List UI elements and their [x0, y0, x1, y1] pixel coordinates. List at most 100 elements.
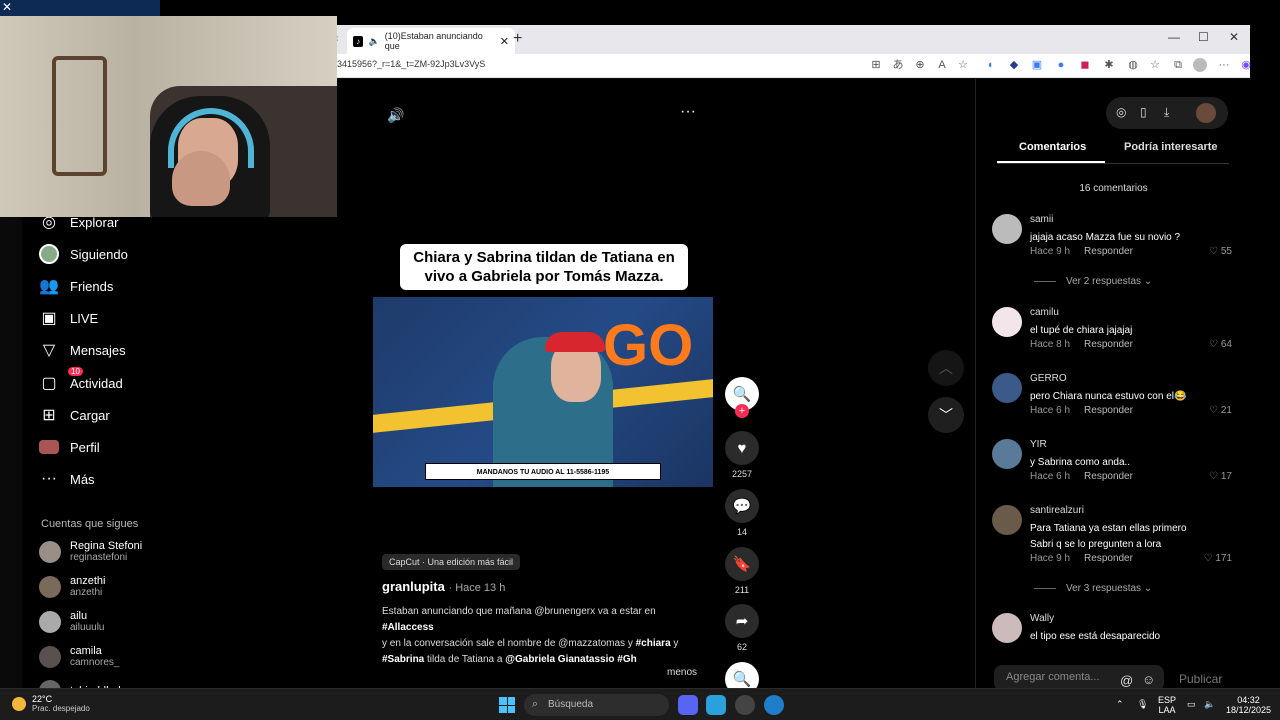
tab-podria-interesarte[interactable]: Podría interesarte — [1124, 141, 1218, 153]
avatar[interactable] — [992, 439, 1022, 469]
avatar[interactable] — [992, 613, 1022, 643]
sidebar-item-mensajes[interactable]: ▽ Mensajes — [38, 338, 126, 362]
obs-icon[interactable] — [735, 695, 755, 715]
weather-widget[interactable]: 22°C Prac. despejado — [12, 694, 90, 713]
extension-icon[interactable]: ◖ — [983, 58, 997, 72]
hashtag[interactable]: #Allaccess — [382, 622, 434, 633]
network-icon[interactable]: ▭ — [1187, 699, 1196, 709]
close-window-button[interactable]: ✕ — [1229, 30, 1239, 44]
start-button[interactable] — [499, 697, 515, 713]
comment-like-button[interactable]: ♡ 21 — [1209, 405, 1232, 416]
publish-button[interactable]: Publicar — [1179, 672, 1222, 686]
sidebar-item-cargar[interactable]: ⊞ Cargar — [38, 403, 109, 427]
mention[interactable]: @Gabriela Gianatassio #Gh — [505, 654, 636, 665]
comment-like-button[interactable]: ♡ 64 — [1209, 339, 1232, 350]
microphone-icon[interactable]: 🎙 — [1137, 699, 1148, 709]
comment-like-button[interactable]: ♡ 17 — [1209, 471, 1232, 482]
extension-icon[interactable]: ◍ — [1126, 58, 1140, 72]
view-replies-button[interactable]: Ver 2 respuestas ⌄ — [1034, 276, 1152, 287]
star-icon[interactable]: ☆ — [956, 58, 970, 72]
share-button[interactable]: ➦ 62 — [725, 604, 759, 652]
edge-icon[interactable] — [764, 695, 784, 715]
author-avatar-button[interactable]: 🔍 + — [725, 377, 759, 418]
reply-button[interactable]: Responder — [1084, 471, 1133, 482]
comment-user[interactable]: Wally — [1030, 613, 1054, 624]
following-account[interactable]: camila camnores_ — [39, 645, 119, 668]
maximize-button[interactable]: ☐ — [1198, 30, 1209, 44]
language-indicator[interactable]: ESP LAA — [1158, 695, 1176, 715]
avatar[interactable] — [992, 214, 1022, 244]
discord-icon[interactable] — [678, 695, 698, 715]
view-replies-button[interactable]: Ver 3 respuestas ⌄ — [1034, 583, 1152, 594]
sidebar-item-mas[interactable]: ··· Más — [38, 467, 95, 491]
taskbar-search[interactable]: ⌕ Búsqueda — [524, 694, 669, 716]
compass-icon[interactable]: ◎ — [1116, 105, 1126, 119]
comment-user[interactable]: camilu — [1030, 307, 1059, 318]
video-author[interactable]: granlupita · Hace 13 h — [382, 579, 505, 594]
comment-like-button[interactable]: ♡ 171 — [1204, 553, 1232, 564]
following-account[interactable]: anzethi anzethi — [39, 575, 105, 598]
capcut-badge[interactable]: CapCut · Una edición más fácil — [382, 554, 521, 570]
sidebar-item-live[interactable]: ▣ LIVE — [38, 306, 98, 330]
extension-icon[interactable]: ◆ — [1007, 58, 1021, 72]
browser-tab[interactable]: ♪ 🔈 (10)Estaban anunciando que ✕ — [347, 28, 515, 54]
more-menu-icon[interactable]: ··· — [1217, 58, 1231, 72]
comment-user[interactable]: samii — [1030, 214, 1053, 225]
like-button[interactable]: ♥ 2257 — [725, 431, 759, 479]
reply-button[interactable]: Responder — [1084, 405, 1133, 416]
close-icon[interactable]: ✕ — [2, 0, 12, 14]
following-account[interactable]: ailu ailuuulu — [39, 610, 104, 633]
following-account[interactable]: Regina Stefoni reginastefoni — [39, 540, 142, 563]
video-player[interactable]: GO MANDANOS TU AUDIO AL 11-5586-1195 — [373, 297, 713, 487]
volume-icon[interactable]: 🔊 — [387, 107, 404, 124]
sidebar-item-perfil[interactable]: Perfil — [38, 435, 100, 459]
extension-icon[interactable]: ● — [1054, 58, 1068, 72]
clock[interactable]: 04:32 18/12/2025 — [1226, 695, 1271, 715]
avatar[interactable] — [992, 373, 1022, 403]
avatar[interactable] — [992, 505, 1022, 535]
zoom-icon[interactable]: ⊕ — [913, 58, 927, 72]
extension-icon[interactable]: ▣ — [1030, 58, 1044, 72]
telegram-icon[interactable] — [706, 695, 726, 715]
comment-like-button[interactable]: ♡ 55 — [1209, 246, 1232, 257]
new-tab-button[interactable]: + — [513, 30, 522, 48]
sidebar-item-siguiendo[interactable]: Siguiendo — [38, 242, 128, 266]
save-button[interactable]: 🔖 211 — [725, 547, 759, 595]
close-icon[interactable]: ✕ — [500, 35, 509, 48]
hashtag[interactable]: #Sabrina — [382, 654, 424, 665]
extensions-icon[interactable]: ✱ — [1102, 58, 1116, 72]
comment-user[interactable]: YIR — [1030, 439, 1047, 450]
comment-user[interactable]: GERRO — [1030, 373, 1067, 384]
reply-button[interactable]: Responder — [1084, 339, 1133, 350]
collections-icon[interactable]: ⧉ — [1171, 58, 1185, 72]
sidebar-item-actividad[interactable]: ▢ 10 Actividad — [38, 367, 123, 395]
comment-button[interactable]: 💬 14 — [725, 489, 759, 537]
more-options-icon[interactable]: ··· — [680, 103, 696, 121]
speaker-icon[interactable]: 🔈 — [368, 36, 379, 47]
follow-plus-icon[interactable]: + — [735, 404, 749, 418]
volume-icon[interactable]: 🔈 — [1204, 699, 1215, 709]
sidebar-item-friends[interactable]: 👥 Friends — [38, 274, 113, 298]
reply-button[interactable]: Responder — [1084, 246, 1133, 257]
minimize-button[interactable]: — — [1168, 30, 1180, 44]
mention-icon[interactable]: @ — [1120, 673, 1133, 688]
favorites-icon[interactable]: ☆ — [1148, 58, 1162, 72]
hashtag[interactable]: #chiara — [636, 638, 671, 649]
collapse-description-link[interactable]: menos — [667, 667, 697, 678]
reply-button[interactable]: Responder — [1084, 553, 1133, 564]
chevron-up-icon[interactable]: ⌃ — [1116, 699, 1124, 709]
comment-user[interactable]: santirealzuri — [1030, 505, 1084, 516]
url-text[interactable]: 3415956?_r=1&_t=ZM-92Jp3Lv3VyS — [337, 59, 485, 69]
download-icon[interactable]: ⤓ — [1164, 105, 1169, 120]
read-aloud-icon[interactable]: A — [935, 58, 949, 72]
tab-comentarios[interactable]: Comentarios — [1019, 141, 1086, 153]
avatar[interactable] — [992, 307, 1022, 337]
app-icon[interactable]: ⊞ — [869, 58, 883, 72]
avatar[interactable] — [1196, 103, 1216, 123]
address-bar[interactable]: 3415956?_r=1&_t=ZM-92Jp3Lv3VyS ⊞ あ ⊕ A ☆… — [337, 54, 1253, 78]
next-video-button[interactable]: ﹀ — [928, 397, 964, 433]
copilot-icon[interactable]: ◉ — [1239, 58, 1253, 72]
translate-icon[interactable]: あ — [891, 58, 905, 72]
extension-icon[interactable]: ◼ — [1078, 58, 1092, 72]
emoji-icon[interactable]: ☺ — [1142, 672, 1155, 687]
